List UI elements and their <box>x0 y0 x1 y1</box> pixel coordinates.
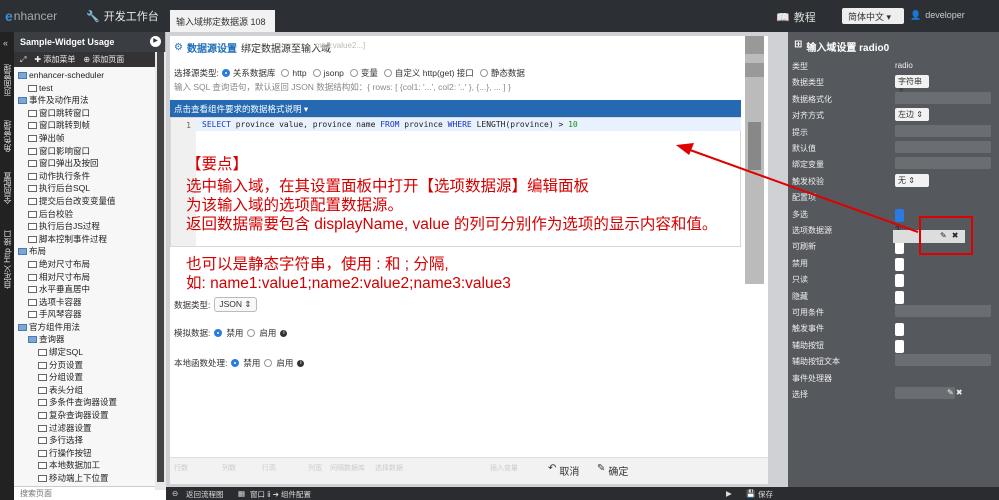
annotation-arrow <box>676 143 919 233</box>
